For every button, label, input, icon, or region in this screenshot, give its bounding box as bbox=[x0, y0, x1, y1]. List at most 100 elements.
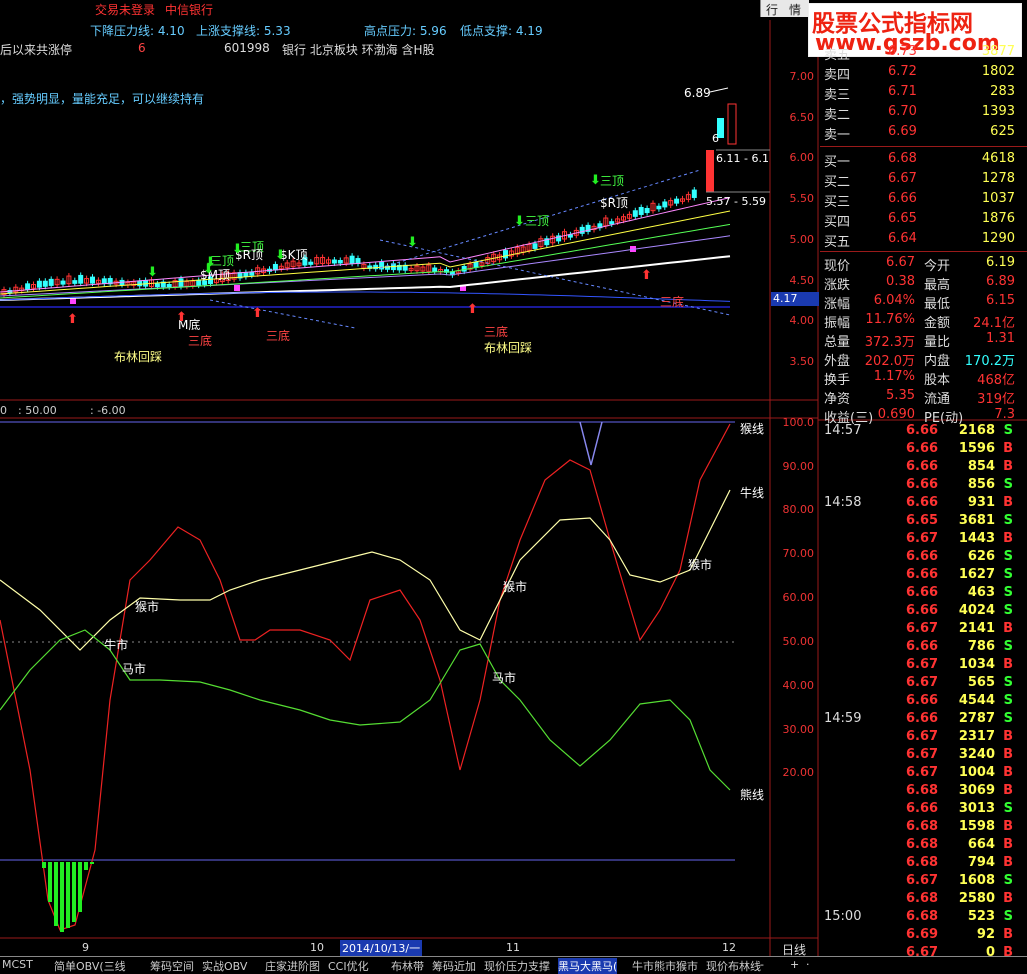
indicator-tab[interactable]: 实战OBV bbox=[202, 958, 247, 974]
osc-axis-tick: 60.00 bbox=[782, 591, 815, 604]
osc-bar bbox=[84, 862, 88, 870]
indicator-tab[interactable]: 简单OBV(三线 bbox=[54, 958, 126, 974]
osc-axis-tick: 70.00 bbox=[782, 547, 815, 560]
indicator-tab[interactable]: CCI优化 bbox=[328, 958, 369, 974]
bid-volume: 4618 bbox=[981, 151, 1015, 166]
tick-row: 6.66 4544 S bbox=[820, 692, 1027, 710]
tick-price: 6.66 bbox=[906, 495, 939, 510]
marker-square bbox=[234, 285, 240, 291]
green-down-arrow-icon: ⬇ bbox=[275, 248, 286, 263]
tick-row: 15:00 6.68 523 S bbox=[820, 908, 1027, 926]
bid-volume: 1278 bbox=[981, 171, 1015, 186]
red-up-arrow-icon: ⬆ bbox=[67, 312, 78, 327]
tick-price: 6.66 bbox=[906, 585, 939, 600]
plus-button[interactable]: + bbox=[790, 958, 799, 971]
ask-row[interactable]: 卖五 6.73 3877 bbox=[820, 42, 1027, 63]
tick-row: 14:57 6.66 2168 S bbox=[820, 422, 1027, 440]
stat-row: 振幅 11.76% 金额 24.1亿 bbox=[820, 310, 1027, 331]
tick-row: 6.67 3240 B bbox=[820, 746, 1027, 764]
lower-trend-line bbox=[209, 299, 356, 329]
bid-row[interactable]: 买四 6.65 1876 bbox=[820, 209, 1027, 230]
indicator-tab[interactable]: 牛市熊市猴市 bbox=[632, 958, 698, 974]
tick-row: 6.68 1598 B bbox=[820, 818, 1027, 836]
bid-row[interactable]: 买一 6.68 4618 bbox=[820, 149, 1027, 170]
limit-up-count: 6 bbox=[138, 41, 146, 55]
indicator-tab[interactable]: 庄家进阶图 bbox=[265, 958, 320, 974]
monkey-mkt-label-2: 猴市 bbox=[503, 580, 528, 594]
osc-axis-tick: 30.00 bbox=[782, 723, 815, 736]
stat-value: 6.15 bbox=[986, 293, 1015, 308]
date-dec: 12 bbox=[722, 941, 736, 954]
tick-volume: 3013 bbox=[958, 801, 995, 816]
indicator-tab[interactable]: 布林带 bbox=[391, 958, 424, 974]
candle-body bbox=[308, 261, 314, 265]
ask-row[interactable]: 卖一 6.69 625 bbox=[820, 122, 1027, 143]
ask-row[interactable]: 卖二 6.70 1393 bbox=[820, 102, 1027, 123]
tick-side: S bbox=[1003, 693, 1013, 708]
indicator-tab-bar: - + · MCST 简单OBV(三线 筹码空间 实战OBV 庄家进阶图 CCI优化 布林带… bbox=[0, 956, 1027, 974]
stat-value: 5.35 bbox=[886, 388, 915, 403]
bid-row[interactable]: 买二 6.67 1278 bbox=[820, 169, 1027, 190]
tick-side: B bbox=[1003, 783, 1013, 798]
candle-body bbox=[48, 278, 54, 286]
tick-side: B bbox=[1003, 765, 1013, 780]
stat-value: 6.67 bbox=[886, 255, 915, 270]
indicator-tab[interactable]: 现价压力支撑 bbox=[484, 958, 550, 974]
bid-row[interactable]: 买五 6.64 1290 bbox=[820, 229, 1027, 250]
tick-volume: 3069 bbox=[958, 783, 995, 798]
tick-side: S bbox=[1003, 873, 1013, 888]
price-axis-tick: 5.50 bbox=[789, 192, 815, 205]
price-axis-tick: 4.50 bbox=[789, 274, 815, 287]
indicator-tab[interactable]: 筹码近加 bbox=[432, 958, 476, 974]
tick-price: 6.66 bbox=[906, 441, 939, 456]
monkey-line-label: 猴线 bbox=[740, 422, 765, 436]
stat-value: 0.690 bbox=[877, 407, 915, 422]
tick-price: 6.66 bbox=[906, 459, 939, 474]
ask-row[interactable]: 卖三 6.71 283 bbox=[820, 82, 1027, 103]
ask-volume: 1393 bbox=[981, 104, 1015, 119]
tick-price: 6.66 bbox=[906, 801, 939, 816]
candle-body bbox=[532, 243, 538, 249]
osc-axis-tick: 50.00 bbox=[782, 635, 815, 648]
stat-value: 6.04% bbox=[873, 293, 915, 308]
candle-body bbox=[691, 189, 697, 198]
tick-row: 6.67 2317 B bbox=[820, 728, 1027, 746]
tick-volume: 1034 bbox=[958, 657, 995, 672]
tick-row: 6.66 786 S bbox=[820, 638, 1027, 656]
tick-side: S bbox=[1003, 549, 1013, 564]
candle-body bbox=[272, 263, 278, 271]
osc-bar bbox=[66, 862, 70, 928]
osc-param-a: 0 bbox=[0, 404, 7, 417]
ask-price: 6.69 bbox=[888, 124, 917, 139]
price-axis-tick: 4.00 bbox=[789, 314, 815, 327]
tick-price: 6.67 bbox=[906, 657, 939, 672]
stat-value: 11.76% bbox=[865, 312, 915, 327]
indicator-tab[interactable]: 现价布林线 bbox=[706, 958, 761, 974]
indicator-tab[interactable]: 筹码空间 bbox=[150, 958, 194, 974]
candle-body bbox=[656, 205, 662, 210]
candle-body bbox=[337, 260, 343, 264]
ask-volume: 3877 bbox=[981, 44, 1015, 59]
red-up-arrow-icon: ⬆ bbox=[641, 268, 652, 283]
bid-row[interactable]: 买三 6.66 1037 bbox=[820, 189, 1027, 210]
tick-side: B bbox=[1003, 531, 1013, 546]
ask-row[interactable]: 卖四 6.72 1802 bbox=[820, 62, 1027, 83]
green-down-arrow-icon: ⬇ bbox=[590, 173, 601, 188]
date-selected[interactable]: 2014/10/13/一 bbox=[340, 940, 423, 956]
price-axis-tick: 3.50 bbox=[789, 355, 815, 368]
range1-label: 6.11 - 6.1 bbox=[716, 152, 769, 165]
tick-price: 6.66 bbox=[906, 639, 939, 654]
stat-row: 涨幅 6.04% 最低 6.15 bbox=[820, 291, 1027, 312]
tick-side: B bbox=[1003, 441, 1013, 456]
tick-price: 6.67 bbox=[906, 729, 939, 744]
osc-bar bbox=[60, 862, 64, 932]
indicator-tab[interactable]: MCST bbox=[2, 958, 33, 971]
stats-divider bbox=[820, 251, 1027, 252]
candle-body bbox=[473, 261, 479, 268]
dot-button[interactable]: · bbox=[806, 958, 810, 971]
oscillator-line bbox=[0, 489, 731, 651]
candle-body bbox=[90, 276, 95, 284]
indicator-tab[interactable]: 黑马大黑马( bbox=[558, 958, 618, 974]
sandi-label-3: 三底 bbox=[484, 325, 509, 339]
tick-volume: 2317 bbox=[958, 729, 995, 744]
